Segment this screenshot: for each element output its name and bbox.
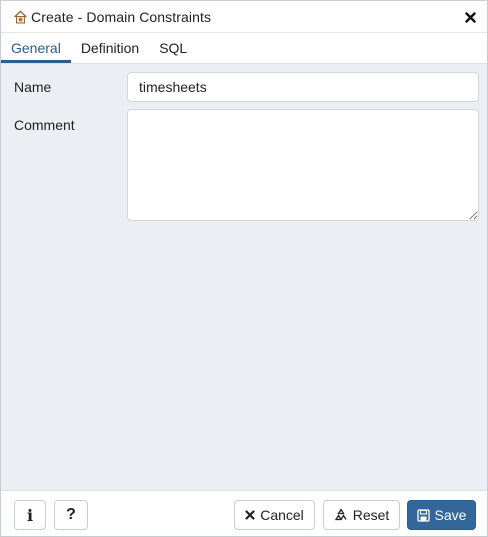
comment-label: Comment	[14, 117, 75, 133]
close-icon[interactable]	[463, 10, 477, 24]
info-icon: i	[26, 505, 34, 525]
comment-textarea[interactable]	[127, 109, 479, 221]
reset-button[interactable]: Reset	[323, 500, 400, 530]
tab-definition[interactable]: Definition	[71, 33, 149, 63]
name-input[interactable]	[127, 72, 479, 102]
help-button[interactable]: ?	[54, 500, 88, 530]
floppy-disk-icon	[416, 508, 430, 522]
domain-constraint-icon	[12, 9, 28, 25]
general-tab-panel: Name Comment	[1, 64, 487, 490]
dialog-titlebar[interactable]: Create - Domain Constraints	[1, 1, 487, 33]
help-icon: ?	[66, 506, 76, 523]
info-button[interactable]: i	[14, 500, 46, 530]
reset-label: Reset	[352, 507, 390, 523]
tab-sql[interactable]: SQL	[149, 33, 197, 63]
save-button[interactable]: Save	[407, 500, 476, 530]
name-label: Name	[14, 79, 52, 95]
cancel-button[interactable]: Cancel	[234, 500, 315, 530]
close-icon	[245, 510, 255, 520]
dialog-title: Create - Domain Constraints	[31, 8, 212, 25]
save-label: Save	[434, 507, 467, 523]
cancel-label: Cancel	[260, 507, 304, 523]
dialog-tabs: General Definition SQL	[1, 33, 487, 64]
recycle-icon	[334, 508, 348, 522]
create-domain-constraints-dialog: Create - Domain Constraints General Defi…	[0, 0, 488, 537]
tab-general[interactable]: General	[1, 33, 71, 63]
dialog-footer: i ? Cancel Reset Save	[1, 490, 487, 536]
